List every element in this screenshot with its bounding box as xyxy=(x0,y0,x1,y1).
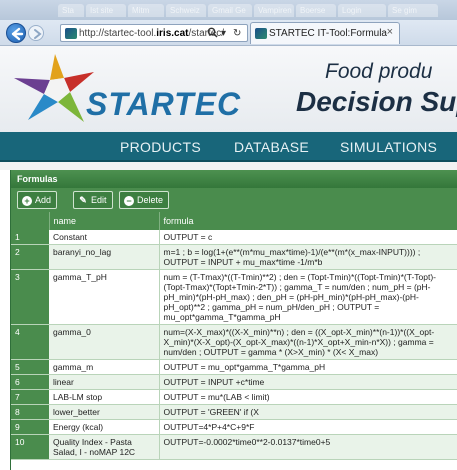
table-row[interactable]: 5 gamma_m OUTPUT = mu_opt*gamma_T*gamma_… xyxy=(11,359,457,375)
arrow-right-icon xyxy=(34,29,42,39)
table-row[interactable]: 2 baranyi_no_lag m=1 ; b = log(1+(e**(m*… xyxy=(11,244,457,270)
row-name: Constant xyxy=(49,230,160,245)
site-banner: STARTEC Food produ Decision Supp xyxy=(0,46,457,132)
row-id: 1 xyxy=(11,230,49,245)
tagline-line-1: Food produ xyxy=(325,60,433,83)
row-name: gamma_m xyxy=(49,359,160,375)
startec-logo-text: STARTEC xyxy=(86,86,242,122)
row-name: lower_better xyxy=(49,404,160,420)
tagline-line-2: Decision Supp xyxy=(296,86,457,117)
forward-button[interactable] xyxy=(28,25,44,41)
column-header-formula[interactable]: formula xyxy=(159,212,457,230)
pencil-icon: ✎ xyxy=(79,195,87,205)
row-formula: OUTPUT = INPUT +c*time xyxy=(159,374,457,390)
row-id: 10 xyxy=(11,434,49,460)
row-name: linear xyxy=(49,374,160,390)
panel-title: Formulas xyxy=(11,170,457,188)
bookmark-tab[interactable]: Login xyxy=(338,4,386,17)
row-formula: OUTPUT = mu*(LAB < limit) xyxy=(159,389,457,405)
delete-button[interactable]: − Delete xyxy=(119,191,170,209)
browser-tab-title: STARTEC IT-Tool:Formula xyxy=(269,28,387,39)
main-navigation: PRODUCTS DATABASE SIMULATIONS xyxy=(0,132,457,162)
plus-circle-icon: + xyxy=(22,196,32,206)
row-formula: num=(X-X_max)*((X-X_min)**n) ; den = ((X… xyxy=(159,324,457,360)
row-formula: OUTPUT = mu_opt*gamma_T*gamma_pH xyxy=(159,359,457,375)
bookmark-tab[interactable]: Vampiren xyxy=(254,4,294,17)
edit-button-label: Edit xyxy=(91,195,107,205)
browser-tab-active[interactable]: STARTEC IT-Tool:Formula × xyxy=(250,22,400,44)
column-header-name[interactable]: name xyxy=(49,212,160,230)
bookmark-tab[interactable]: Mitm xyxy=(128,4,164,17)
row-id: 8 xyxy=(11,404,49,420)
content-gap xyxy=(0,162,457,170)
row-name: baranyi_no_lag xyxy=(49,244,160,270)
url-text: http://startec-tool.iris.cat/startec/ xyxy=(79,27,224,40)
delete-button-label: Delete xyxy=(137,195,164,205)
table-row[interactable]: 7 LAB-LM stop OUTPUT = mu*(LAB < limit) xyxy=(11,389,457,405)
row-formula: OUTPUT=-0.0002*time0**2-0.0137*time0+5 xyxy=(159,434,457,460)
row-name: Quality Index - Pasta Salad, I - noMAP 1… xyxy=(49,434,160,460)
table-row[interactable]: 1 Constant OUTPUT = c xyxy=(11,230,457,245)
row-formula: num = (T-Tmax)*((T-Tmin)**2) ; den = (To… xyxy=(159,269,457,325)
row-id: 2 xyxy=(11,244,49,270)
row-id: 6 xyxy=(11,374,49,390)
table-row[interactable]: 6 linear OUTPUT = INPUT +c*time xyxy=(11,374,457,390)
tab-favicon-icon xyxy=(255,28,267,39)
row-formula: OUTPUT = c xyxy=(159,230,457,245)
table-row[interactable]: 3 gamma_T_pH num = (T-Tmax)*((T-Tmin)**2… xyxy=(11,269,457,325)
add-button[interactable]: + Add xyxy=(17,191,58,209)
row-name: gamma_0 xyxy=(49,324,160,360)
bookmark-tab[interactable]: Schweiz xyxy=(166,4,206,17)
row-name: gamma_T_pH xyxy=(49,269,160,325)
table-row[interactable]: 4 gamma_0 num=(X-X_max)*((X-X_min)**n) ;… xyxy=(11,324,457,360)
table-header-row: name formula xyxy=(11,212,457,230)
row-id: 4 xyxy=(11,324,49,360)
bookmark-tab[interactable]: Gmail Ge xyxy=(208,4,252,17)
bookmark-tab[interactable]: Se gim xyxy=(388,4,438,17)
nav-item-simulations[interactable]: SIMULATIONS xyxy=(340,139,437,155)
browser-navigation-bar: http://startec-tool.iris.cat/startec/ ▾ … xyxy=(0,20,457,46)
search-icon[interactable] xyxy=(207,27,218,42)
close-icon[interactable]: × xyxy=(387,26,393,39)
bookmark-tab[interactable]: Ist site xyxy=(86,4,126,17)
url-host: iris.cat xyxy=(156,28,189,39)
arrow-left-icon xyxy=(11,27,24,41)
edit-button[interactable]: ✎ Edit xyxy=(73,191,113,209)
panel-toolbar: + Add ✎ Edit − Delete xyxy=(11,188,457,212)
browser-tab-strip: Sta Ist site Mitm Schweiz Gmail Ge Vampi… xyxy=(0,0,457,20)
row-id: 9 xyxy=(11,419,49,435)
magnifier-glyph xyxy=(207,27,218,38)
row-id: 3 xyxy=(11,269,49,325)
bookmark-tab[interactable]: Sta xyxy=(58,4,84,17)
address-bar[interactable]: http://startec-tool.iris.cat/startec/ ▾ … xyxy=(60,24,248,42)
table-row[interactable]: 9 Energy (kcal) OUTPUT=4*P+4*C+9*F xyxy=(11,419,457,435)
row-name: LAB-LM stop xyxy=(49,389,160,405)
nav-item-products[interactable]: PRODUCTS xyxy=(120,139,201,155)
minus-circle-icon: − xyxy=(124,196,134,206)
row-id: 5 xyxy=(11,359,49,375)
row-formula: m=1 ; b = log(1+(e**(m*mu_max*time)-1)/(… xyxy=(159,244,457,270)
row-formula: OUTPUT = 'GREEN' if (X xyxy=(159,404,457,420)
back-button[interactable] xyxy=(6,23,26,43)
url-prefix: http://startec-tool. xyxy=(79,28,157,39)
row-id: 7 xyxy=(11,389,49,405)
site-favicon-icon xyxy=(65,28,77,39)
refresh-icon[interactable]: ↻ xyxy=(233,27,241,40)
dropdown-arrow-icon[interactable]: ▾ xyxy=(221,27,226,40)
bookmark-tab[interactable]: Boerse xyxy=(296,4,336,17)
table-row[interactable]: 8 lower_better OUTPUT = 'GREEN' if (X xyxy=(11,404,457,420)
row-formula: OUTPUT=4*P+4*C+9*F xyxy=(159,419,457,435)
formulas-table: name formula 1 Constant OUTPUT = c 2 bar… xyxy=(11,212,457,460)
row-name: Energy (kcal) xyxy=(49,419,160,435)
table-row[interactable]: 10 Quality Index - Pasta Salad, I - noMA… xyxy=(11,434,457,460)
formulas-panel: Formulas + Add ✎ Edit − Delete name formula… xyxy=(10,170,457,470)
column-header-id[interactable] xyxy=(11,212,50,230)
nav-item-database[interactable]: DATABASE xyxy=(234,139,309,155)
add-button-label: Add xyxy=(35,195,52,205)
